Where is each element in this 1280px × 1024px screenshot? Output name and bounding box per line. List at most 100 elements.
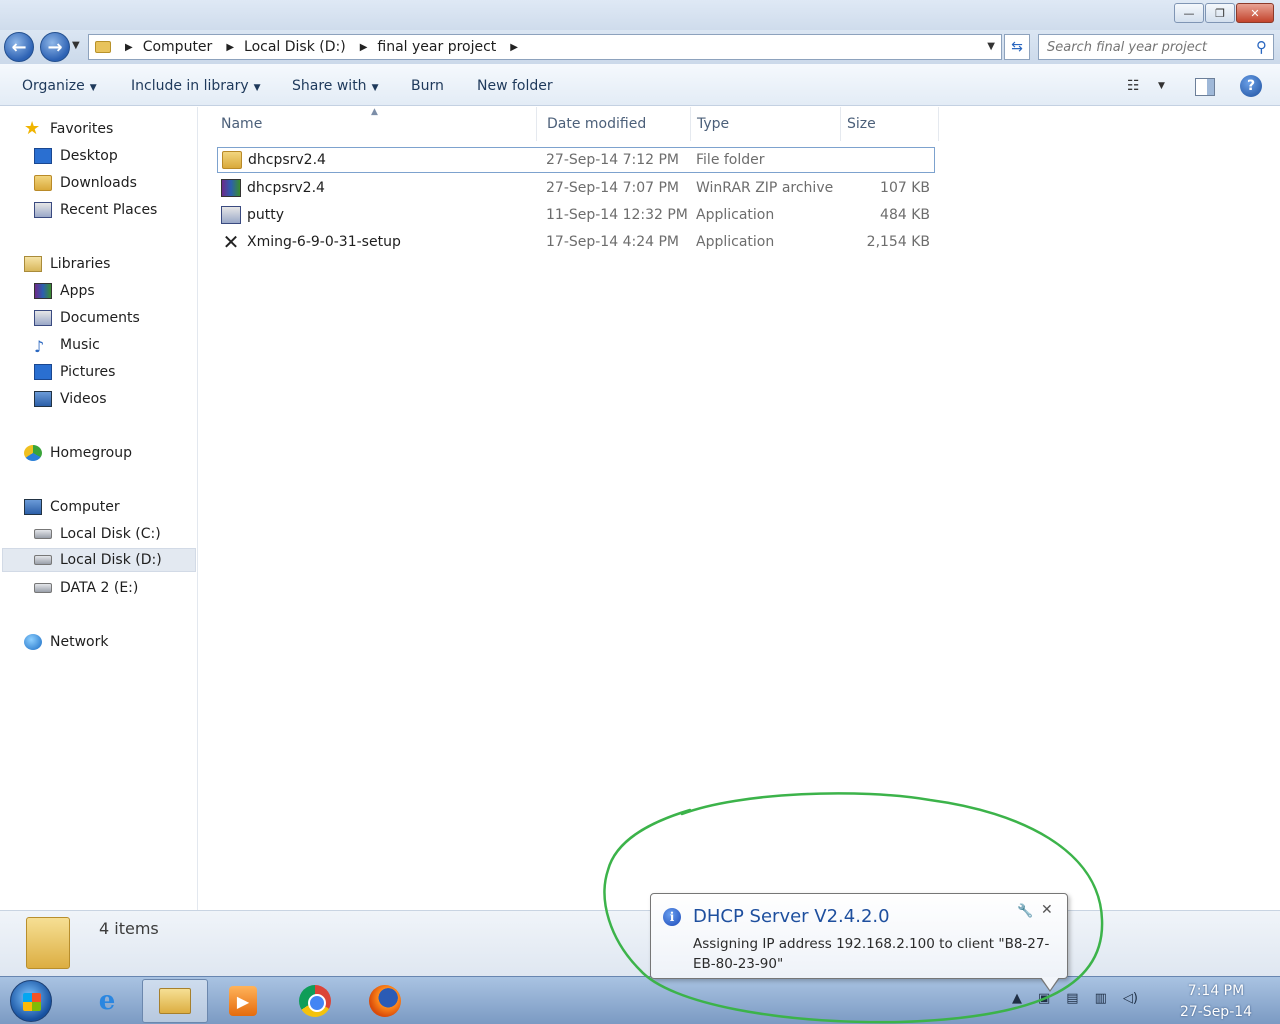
wrench-icon[interactable]: 🔧 bbox=[1017, 904, 1033, 919]
view-options-dropdown[interactable]: ▼ bbox=[1158, 81, 1165, 91]
taskbar-firefox[interactable] bbox=[352, 979, 418, 1023]
column-header-name[interactable]: Name bbox=[215, 107, 537, 141]
nav-label: Pictures bbox=[60, 364, 116, 380]
notification-balloon[interactable]: i DHCP Server V2.4.2.0 Assigning IP addr… bbox=[650, 893, 1068, 979]
show-hidden-icons-icon[interactable]: ▲ bbox=[1012, 991, 1022, 1006]
action-center-icon[interactable]: ▤ bbox=[1066, 991, 1078, 1006]
search-icon[interactable]: ⚲ bbox=[1256, 38, 1267, 56]
refresh-button[interactable]: ⇆ bbox=[1004, 34, 1030, 60]
star-icon: ★ bbox=[24, 118, 41, 139]
taskbar-chrome[interactable] bbox=[282, 979, 348, 1023]
share-with-button[interactable]: Share with ▼ bbox=[292, 78, 378, 94]
share-with-label: Share with bbox=[292, 78, 367, 94]
search-input[interactable] bbox=[1047, 39, 1247, 55]
chevron-right-icon[interactable]: ▶ bbox=[360, 42, 368, 53]
help-icon: ? bbox=[1246, 78, 1256, 94]
column-header-date-modified[interactable]: Date modified bbox=[541, 107, 691, 141]
preview-pane-button[interactable] bbox=[1195, 78, 1215, 96]
file-type: Application bbox=[696, 234, 775, 250]
nav-documents[interactable]: Documents bbox=[34, 306, 140, 330]
forward-button[interactable]: → bbox=[40, 32, 70, 62]
dhcp-tray-icon[interactable]: ▣ bbox=[1038, 991, 1050, 1006]
libraries-icon bbox=[24, 256, 42, 272]
notification-title: DHCP Server V2.4.2.0 bbox=[693, 906, 890, 927]
nav-label: Recent Places bbox=[60, 202, 158, 218]
breadcrumb-local-disk-d[interactable]: Local Disk (D:) bbox=[244, 39, 346, 55]
title-bar: — ❐ ✕ bbox=[0, 0, 1280, 30]
nav-recent-places[interactable]: Recent Places bbox=[34, 198, 157, 222]
close-icon[interactable]: ✕ bbox=[1041, 902, 1053, 918]
file-type: File folder bbox=[696, 152, 765, 168]
start-button[interactable] bbox=[10, 980, 52, 1022]
file-type: WinRAR ZIP archive bbox=[696, 180, 834, 196]
nav-data2-e[interactable]: DATA 2 (E:) bbox=[34, 576, 138, 600]
volume-icon[interactable]: ◁) bbox=[1123, 991, 1138, 1006]
nav-label: DATA 2 (E:) bbox=[60, 580, 139, 596]
nav-label: Videos bbox=[60, 391, 107, 407]
file-row[interactable]: putty 11-Sep-14 12:32 PM Application 484… bbox=[217, 202, 935, 228]
address-history-dropdown[interactable]: ▼ bbox=[987, 41, 995, 52]
breadcrumb-final-year-project[interactable]: final year project bbox=[377, 39, 496, 55]
nav-music[interactable]: ♪ Music bbox=[34, 333, 100, 357]
organize-button[interactable]: Organize ▼ bbox=[22, 78, 97, 94]
change-view-icon[interactable]: ☷ bbox=[1127, 78, 1140, 94]
new-folder-button[interactable]: New folder bbox=[477, 78, 553, 94]
chevron-right-icon[interactable]: ▶ bbox=[226, 42, 234, 53]
nav-libraries[interactable]: Libraries bbox=[24, 252, 110, 276]
back-button[interactable]: ← bbox=[4, 32, 34, 62]
include-in-library-button[interactable]: Include in library ▼ bbox=[131, 78, 261, 94]
windows-explorer-icon bbox=[159, 988, 191, 1014]
nav-label: Documents bbox=[60, 310, 140, 326]
file-size: 484 KB bbox=[880, 207, 930, 223]
burn-button[interactable]: Burn bbox=[411, 78, 444, 94]
address-bar[interactable]: ▶ Computer ▶ Local Disk (D:) ▶ final yea… bbox=[88, 34, 1002, 60]
window-controls: — ❐ ✕ bbox=[1174, 3, 1274, 23]
nav-homegroup[interactable]: Homegroup bbox=[24, 441, 132, 465]
nav-apps[interactable]: Apps bbox=[34, 279, 95, 303]
videos-icon bbox=[34, 391, 52, 407]
taskbar-internet-explorer[interactable]: e bbox=[74, 979, 140, 1023]
taskbar-media-player[interactable]: ▶ bbox=[210, 979, 276, 1023]
nav-network[interactable]: Network bbox=[24, 630, 108, 654]
nav-computer[interactable]: Computer bbox=[24, 495, 120, 519]
nav-downloads[interactable]: Downloads bbox=[34, 171, 137, 195]
help-button[interactable]: ? bbox=[1240, 75, 1262, 97]
system-tray: ▲ ▣ ▤ ▥ ◁) bbox=[1012, 991, 1138, 1006]
folder-icon bbox=[95, 41, 111, 53]
file-size: 2,154 KB bbox=[866, 234, 930, 250]
search-box[interactable]: ⚲ bbox=[1038, 34, 1274, 60]
file-row[interactable]: ✕ Xming-6-9-0-31-setup 17-Sep-14 4:24 PM… bbox=[217, 229, 935, 255]
nav-label: Music bbox=[60, 337, 100, 353]
nav-favorites[interactable]: ★ Favorites bbox=[24, 117, 113, 141]
nav-pictures[interactable]: Pictures bbox=[34, 360, 115, 384]
nav-local-disk-d[interactable]: Local Disk (D:) bbox=[2, 548, 196, 572]
network-icon bbox=[24, 634, 42, 650]
column-header-size[interactable]: Size bbox=[841, 107, 939, 141]
chevron-right-icon[interactable]: ▶ bbox=[125, 42, 133, 53]
nav-local-disk-c[interactable]: Local Disk (C:) bbox=[34, 522, 161, 546]
drive-icon bbox=[34, 583, 52, 593]
nav-label: Downloads bbox=[60, 175, 137, 191]
navigation-pane: ★ Favorites Desktop Downloads Recent Plac… bbox=[0, 107, 198, 910]
minimize-button[interactable]: — bbox=[1174, 3, 1204, 23]
taskbar-windows-explorer[interactable] bbox=[142, 979, 208, 1023]
nav-label: Libraries bbox=[50, 256, 111, 272]
breadcrumb-computer[interactable]: Computer bbox=[143, 39, 213, 55]
nav-desktop[interactable]: Desktop bbox=[34, 144, 118, 168]
close-button[interactable]: ✕ bbox=[1236, 3, 1274, 23]
clock[interactable]: 7:14 PM 27-Sep-14 bbox=[1176, 981, 1256, 1023]
balloon-tail bbox=[1040, 977, 1060, 992]
taskbar: e ▶ ▲ ▣ ▤ ▥ ◁) 7:14 PM 27-Sep-14 bbox=[0, 976, 1280, 1024]
chevron-right-icon[interactable]: ▶ bbox=[510, 42, 518, 53]
recent-pages-dropdown[interactable]: ▼ bbox=[72, 40, 80, 51]
nav-label: Desktop bbox=[60, 148, 118, 164]
file-name: Xming-6-9-0-31-setup bbox=[247, 234, 401, 250]
computer-icon bbox=[24, 499, 42, 515]
nav-label: Apps bbox=[60, 283, 95, 299]
column-header-type[interactable]: Type bbox=[691, 107, 841, 141]
file-row[interactable]: dhcpsrv2.4 27-Sep-14 7:07 PM WinRAR ZIP … bbox=[217, 175, 935, 201]
file-row[interactable]: dhcpsrv2.4 27-Sep-14 7:12 PM File folder bbox=[217, 147, 935, 173]
network-tray-icon[interactable]: ▥ bbox=[1095, 991, 1107, 1006]
maximize-button[interactable]: ❐ bbox=[1205, 3, 1235, 23]
nav-videos[interactable]: Videos bbox=[34, 387, 107, 411]
